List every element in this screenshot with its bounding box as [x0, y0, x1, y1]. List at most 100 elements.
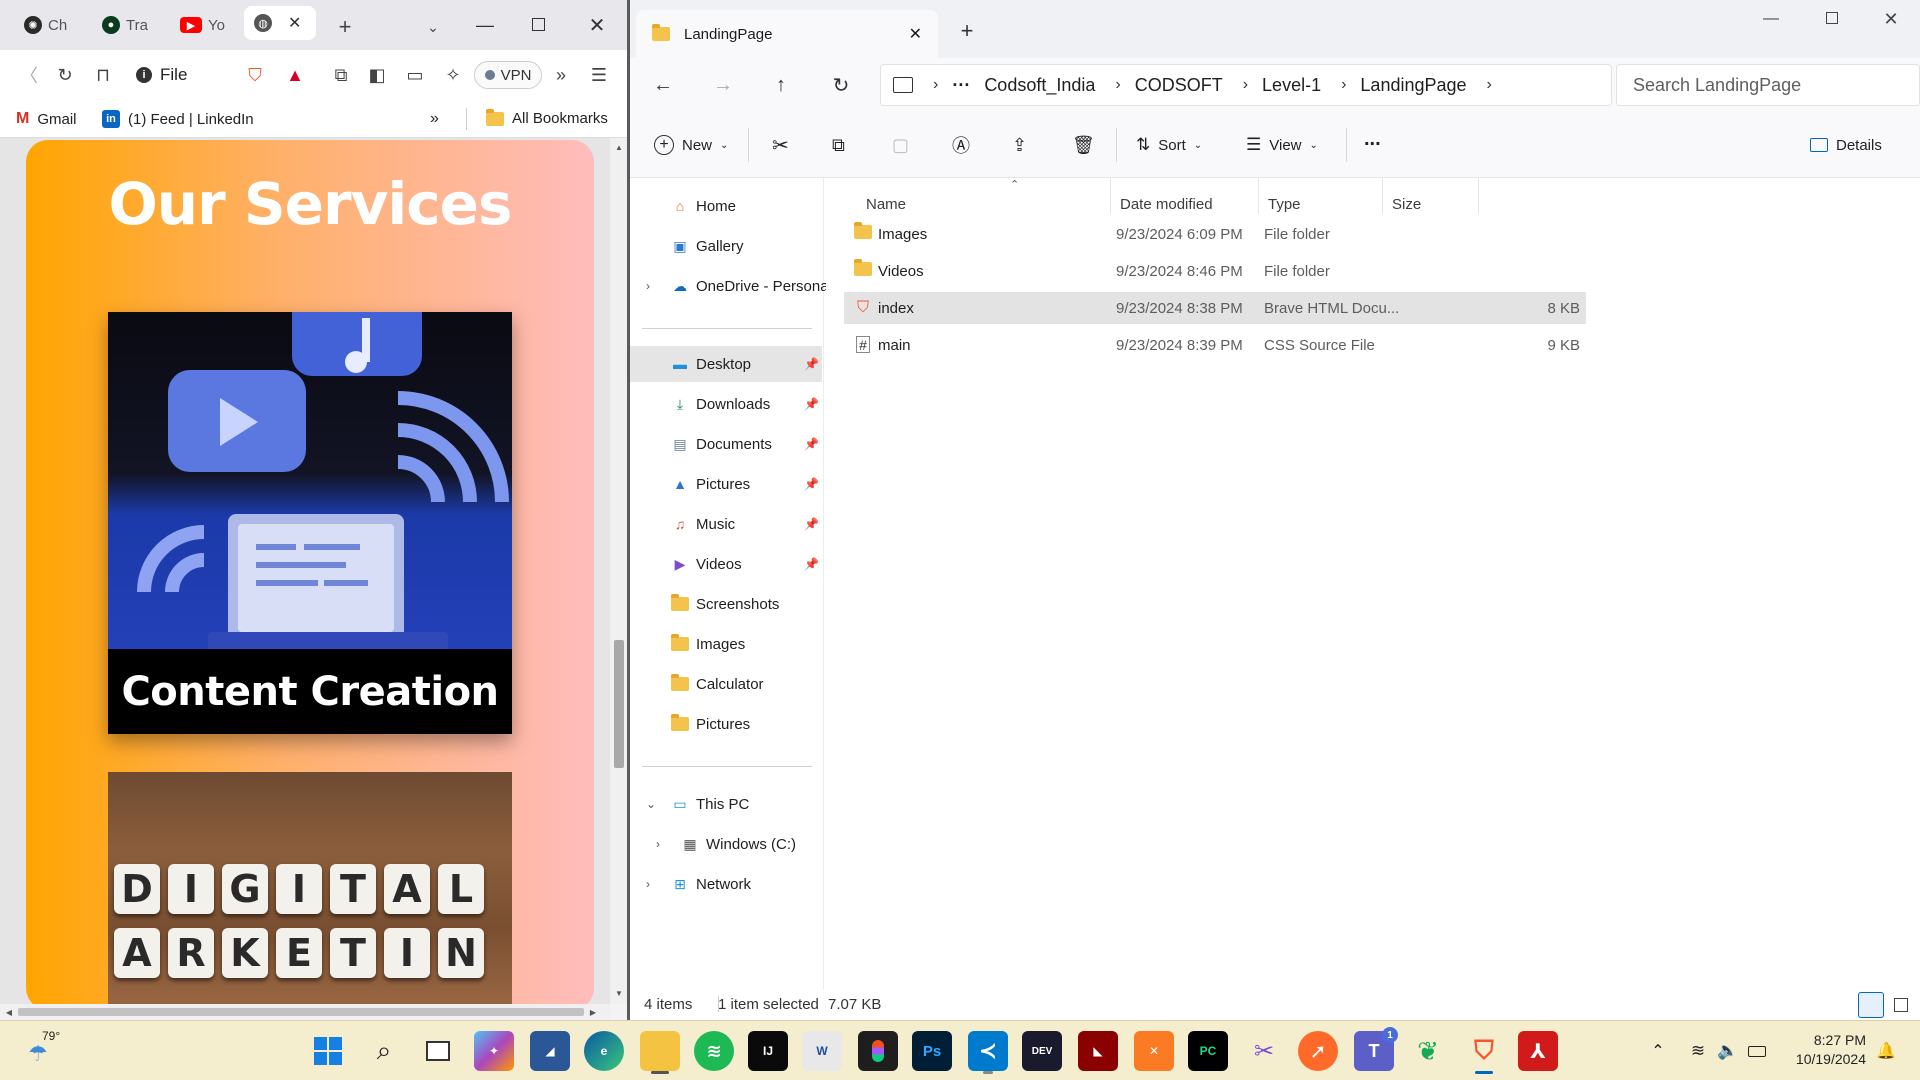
close-window-icon[interactable]: ✕: [1876, 6, 1906, 32]
pin-icon[interactable]: 📌: [804, 477, 819, 491]
nav-item-screenshots[interactable]: Screenshots: [630, 586, 824, 622]
rename-icon[interactable]: Ⓐ: [952, 130, 970, 160]
battery-icon[interactable]: [1748, 1046, 1766, 1057]
brave-icon[interactable]: ⛉: [1464, 1031, 1504, 1074]
xampp-icon[interactable]: ✕: [1134, 1031, 1174, 1071]
leo-ai-icon[interactable]: ✧: [440, 62, 466, 88]
service-card-content-creation[interactable]: Content Creation: [108, 312, 512, 734]
menu-icon[interactable]: ☰: [586, 62, 612, 88]
file-explorer-icon[interactable]: [640, 1031, 680, 1074]
details-button[interactable]: Details: [1810, 130, 1882, 160]
nav-item-downloads[interactable]: ⤓ Downloads 📌: [630, 386, 824, 422]
pycharm-icon[interactable]: PC: [1188, 1031, 1228, 1071]
all-bookmarks[interactable]: All Bookmarks: [486, 108, 608, 127]
minimize-icon[interactable]: —: [472, 12, 498, 38]
vpn-button[interactable]: VPN: [474, 61, 542, 89]
extensions-icon[interactable]: ⧉: [328, 62, 354, 88]
nav-item-music[interactable]: ♫ Music 📌: [630, 506, 824, 542]
back-icon[interactable]: 〈: [16, 62, 42, 88]
teams-icon[interactable]: T 1: [1354, 1027, 1398, 1071]
column-header-name[interactable]: Name: [866, 196, 906, 213]
file-row[interactable]: Videos 9/23/2024 8:46 PM File folder: [844, 255, 1586, 287]
dev-cpp-icon[interactable]: DEV: [1022, 1031, 1062, 1071]
new-button[interactable]: + New ⌄: [654, 130, 728, 160]
breadcrumb-item[interactable]: LandingPage: [1360, 75, 1466, 96]
nav-item-pictures-folder[interactable]: Pictures: [630, 706, 824, 742]
new-tab-icon[interactable]: +: [954, 18, 980, 44]
column-separator[interactable]: [1382, 178, 1383, 214]
word-pad-icon[interactable]: W: [802, 1031, 842, 1071]
search-input[interactable]: Search LandingPage: [1616, 64, 1920, 106]
edge-icon[interactable]: e: [584, 1031, 624, 1071]
maximize-icon[interactable]: [532, 18, 545, 31]
nav-item-calculator[interactable]: Calculator: [630, 666, 824, 702]
address-bar[interactable]: i File: [136, 60, 228, 90]
mongodb-compass-icon[interactable]: ❦: [1408, 1031, 1448, 1071]
breadcrumb-item[interactable]: CODSOFT: [1135, 75, 1223, 96]
close-window-icon[interactable]: ✕: [584, 12, 610, 38]
tab-search-chevron-icon[interactable]: ⌄: [420, 14, 446, 40]
column-separator[interactable]: [1478, 178, 1479, 214]
cut-icon[interactable]: ✂: [772, 130, 789, 160]
figma-icon[interactable]: [858, 1031, 898, 1071]
overflow-ellipsis[interactable]: ···: [952, 75, 970, 96]
nav-item-onedrive[interactable]: › ☁ OneDrive - Persona: [630, 268, 829, 304]
file-row[interactable]: # main 9/23/2024 8:39 PM CSS Source File…: [844, 329, 1586, 361]
notification-bell-icon[interactable]: 🔔: [1874, 1037, 1898, 1065]
service-card-digital-marketing[interactable]: D I G I T A L A R K E T I N: [108, 772, 512, 1004]
nav-item-pictures[interactable]: ▲ Pictures 📌: [630, 466, 824, 502]
mysql-workbench-icon[interactable]: ◣: [1078, 1031, 1118, 1071]
back-icon[interactable]: ←: [646, 68, 680, 102]
bookmark-icon[interactable]: ⊓: [90, 62, 116, 88]
column-header-date[interactable]: Date modified: [1120, 196, 1213, 213]
web-page-viewport[interactable]: Our Services Content Creation D I G I T …: [0, 138, 610, 1004]
bookmark-linkedin[interactable]: in (1) Feed | LinkedIn: [102, 110, 254, 128]
nav-item-desktop[interactable]: ▬ Desktop 📌: [630, 346, 822, 382]
browser-tab-3[interactable]: ▶ Yo: [170, 8, 232, 42]
copy-icon[interactable]: ⧉: [832, 130, 845, 160]
share-icon[interactable]: ⇪: [1012, 130, 1027, 160]
tiles-view-icon[interactable]: [1894, 998, 1908, 1012]
wallet-icon[interactable]: ▭: [402, 62, 428, 88]
scroll-right-icon[interactable]: ▶: [588, 1007, 598, 1017]
file-row[interactable]: Images 9/23/2024 6:09 PM File folder: [844, 218, 1586, 250]
pin-icon[interactable]: 📌: [804, 357, 819, 371]
scroll-down-icon[interactable]: ▼: [614, 988, 624, 998]
brave-shield-icon[interactable]: ⛉: [242, 62, 268, 88]
column-separator[interactable]: [1258, 178, 1259, 214]
sidebar-icon[interactable]: ◧: [364, 62, 390, 88]
nav-item-gallery[interactable]: ▣ Gallery: [630, 228, 824, 264]
column-header-type[interactable]: Type: [1268, 196, 1301, 213]
pin-icon[interactable]: 📌: [804, 517, 819, 531]
nav-item-images[interactable]: Images: [630, 626, 824, 662]
vertical-scrollbar[interactable]: ▲ ▼: [610, 138, 628, 1004]
reload-icon[interactable]: ↻: [52, 62, 78, 88]
nav-item-documents[interactable]: ▤ Documents 📌: [630, 426, 824, 462]
chevron-right-icon[interactable]: ›: [646, 877, 650, 891]
scroll-left-icon[interactable]: ◀: [4, 1007, 14, 1017]
pin-icon[interactable]: 📌: [804, 437, 819, 451]
volume-icon[interactable]: 🔈: [1716, 1037, 1740, 1065]
sort-button[interactable]: ⇅ Sort ⌄: [1136, 130, 1202, 160]
delete-icon[interactable]: 🗑: [1072, 130, 1095, 160]
more-tools-icon[interactable]: »: [548, 62, 574, 88]
refresh-icon[interactable]: ↻: [824, 68, 858, 102]
bookmark-gmail[interactable]: M Gmail: [16, 110, 77, 128]
more-options-icon[interactable]: ...: [1364, 124, 1381, 154]
pin-icon[interactable]: 📌: [804, 397, 819, 411]
breadcrumb-item[interactable]: Codsoft_India: [984, 75, 1095, 96]
explorer-tab[interactable]: LandingPage ✕: [636, 10, 938, 58]
chevron-up-icon[interactable]: ⌃: [1646, 1037, 1670, 1065]
browser-tab-active[interactable]: ◍ ✕: [244, 6, 316, 40]
vscode-icon[interactable]: ≺: [968, 1031, 1008, 1074]
view-button[interactable]: ☰ View ⌄: [1246, 130, 1318, 160]
scroll-up-icon[interactable]: ▲: [614, 142, 624, 152]
weather-widget[interactable]: ☂ 79°: [28, 1029, 88, 1073]
up-icon[interactable]: ↑: [764, 68, 798, 102]
chevron-down-icon[interactable]: ⌄: [646, 797, 656, 811]
breadcrumb[interactable]: › ··· Codsoft_India › CODSOFT › Level-1 …: [880, 64, 1612, 106]
chevron-right-icon[interactable]: ›: [656, 837, 660, 851]
column-separator[interactable]: [1110, 178, 1111, 214]
start-icon[interactable]: [308, 1031, 348, 1071]
details-view-icon[interactable]: [1858, 992, 1884, 1018]
